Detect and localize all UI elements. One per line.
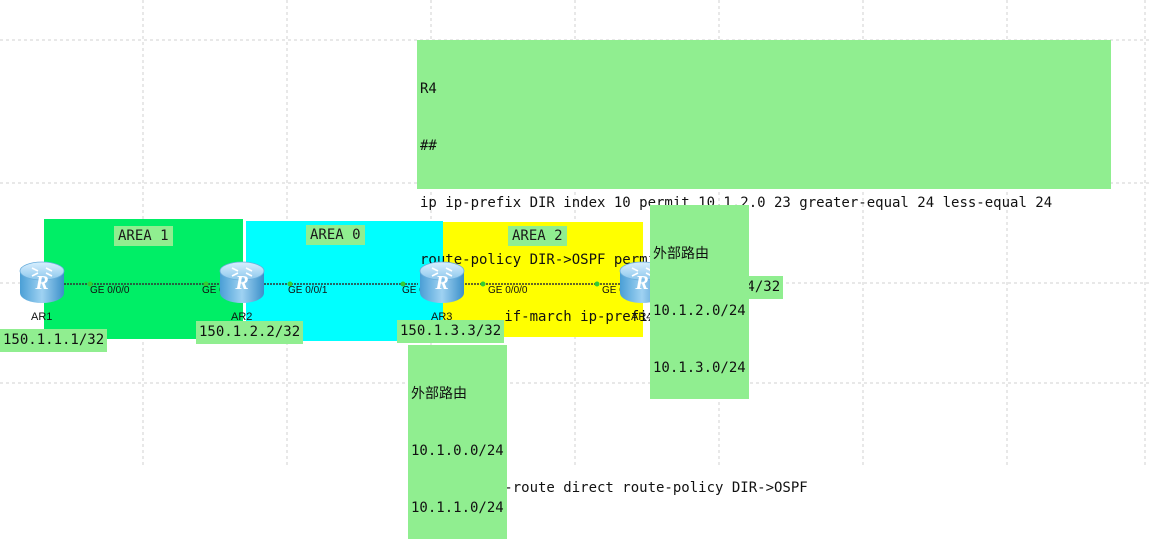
- router-ar3-icon[interactable]: R: [418, 260, 466, 306]
- loopback-ar1: 150.1.1.1/32: [0, 329, 108, 352]
- config-line: import-route direct route-policy DIR->OS…: [420, 480, 808, 496]
- external-route: 10.1.0.0/24: [411, 443, 504, 459]
- port-label-ar3-ge000: GE 0/0/0: [488, 285, 528, 296]
- external-route: 10.1.3.0/24: [653, 360, 746, 376]
- loopback-ar2: 150.1.2.2/32: [196, 321, 304, 344]
- router-letter: R: [435, 272, 449, 294]
- external-routes-title: 外部路由: [411, 386, 467, 402]
- external-route: 10.1.1.0/24: [411, 500, 504, 516]
- links-layer: [64, 281, 620, 287]
- router-letter: R: [235, 272, 249, 294]
- external-routes-title: 外部路由: [653, 246, 709, 262]
- loopback-ar3: 150.1.3.3/32: [397, 320, 505, 343]
- router-ar2-icon[interactable]: R: [218, 260, 266, 306]
- port-dot: [594, 281, 600, 287]
- port-dot: [480, 281, 486, 287]
- external-routes-ar4: 外部路由 10.1.2.0/24 10.1.3.0/24: [650, 205, 749, 399]
- port-label-ar1-ge000: GE 0/0/0: [90, 285, 130, 296]
- router-letter: R: [35, 272, 49, 294]
- external-routes-ar3: 外部路由 10.1.0.0/24 10.1.1.0/24: [408, 345, 507, 539]
- router-ar1-icon[interactable]: R: [18, 260, 66, 306]
- router-name-ar1: AR1: [31, 311, 53, 323]
- external-route: 10.1.2.0/24: [653, 303, 746, 319]
- port-label-ar2-ge001: GE 0/0/1: [288, 285, 328, 296]
